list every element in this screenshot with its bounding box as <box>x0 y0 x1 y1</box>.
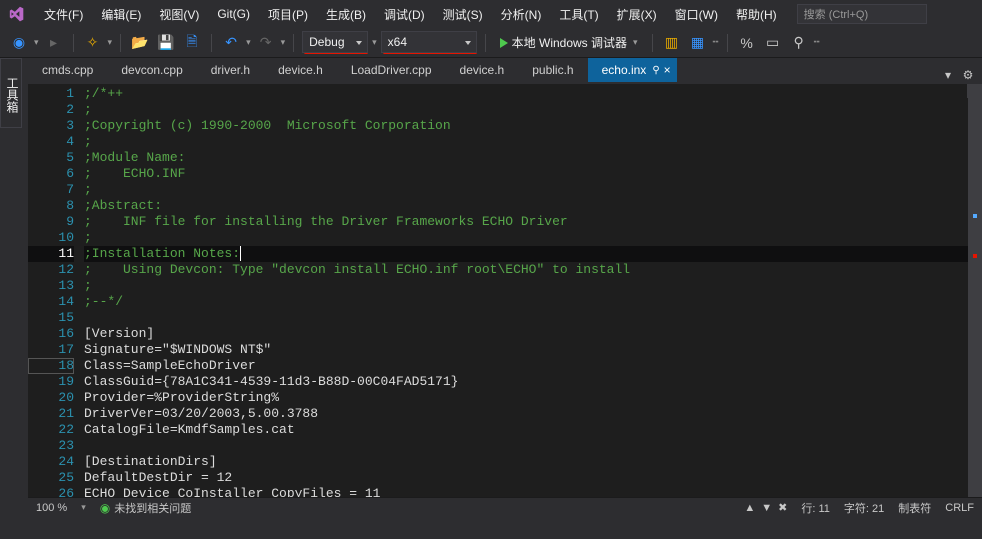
tb-icon-1[interactable]: ▥ <box>661 32 683 54</box>
tab-label: echo.inx <box>602 63 647 77</box>
tb-icon-5[interactable]: ⚲ <box>788 32 810 54</box>
menu-view[interactable]: 视图(V) <box>151 2 207 27</box>
nav-down-icon[interactable]: ▼ <box>761 502 772 514</box>
issues-status[interactable]: ◉ 未找到相关问题 <box>100 500 191 516</box>
pin-icon[interactable]: ⚲ <box>652 65 659 76</box>
menu-extensions[interactable]: 扩展(X) <box>609 2 665 27</box>
config-dropdown[interactable]: Debug <box>302 31 368 53</box>
scrollbar[interactable] <box>968 84 982 517</box>
menu-build[interactable]: 生成(B) <box>318 2 374 27</box>
tab-public-h[interactable]: public.h <box>518 58 587 82</box>
redo-icon[interactable]: ↷ <box>255 32 277 54</box>
sep <box>73 34 74 52</box>
tab-loaddriver[interactable]: LoadDriver.cpp <box>337 58 446 82</box>
eol-info[interactable]: CRLF <box>945 502 974 514</box>
sep <box>485 34 486 52</box>
tab-echo-inx[interactable]: echo.inx ⚲ × <box>588 58 677 82</box>
save-icon[interactable]: 💾 <box>155 32 177 54</box>
nav-x-icon[interactable]: ✖ <box>778 501 787 514</box>
zoom-level[interactable]: 100 % <box>36 502 67 514</box>
document-tabs: cmds.cpp devcon.cpp driver.h device.h Lo… <box>0 58 982 82</box>
ok-icon: ◉ <box>100 501 110 515</box>
tab-device-h-2[interactable]: device.h <box>446 58 519 82</box>
undo-drop[interactable]: ▾ <box>246 37 251 48</box>
tab-overflow-icon[interactable]: ▾ <box>940 68 956 82</box>
search-box[interactable]: 搜索 (Ctrl+Q) <box>797 4 927 24</box>
redo-drop[interactable]: ▾ <box>281 37 286 48</box>
editor-info-bar: 100 % ▾ ◉ 未找到相关问题 ▲ ▼ ✖ 行: 11 字符: 21 制表符… <box>28 497 982 517</box>
menu-project[interactable]: 项目(P) <box>260 2 316 27</box>
debugger-label: 本地 Windows 调试器 <box>512 34 627 51</box>
tb-icon-2[interactable]: ▦ <box>687 32 709 54</box>
tab-cmds[interactable]: cmds.cpp <box>28 58 107 82</box>
menu-help[interactable]: 帮助(H) <box>728 2 785 27</box>
line-gutter: 1234567891011121314151617181920212223242… <box>28 84 84 517</box>
nav-back-drop[interactable]: ▾ <box>34 37 39 48</box>
new-item-drop[interactable]: ▾ <box>108 37 113 48</box>
menu-tools[interactable]: 工具(T) <box>551 2 606 27</box>
issues-text: 未找到相关问题 <box>114 500 191 516</box>
sep <box>120 34 121 52</box>
sep <box>727 34 728 52</box>
platform-dropdown[interactable]: x64 <box>381 31 477 53</box>
undo-icon[interactable]: ↶ <box>220 32 242 54</box>
tab-tools: ▾ ⚙ <box>940 68 982 82</box>
debugger-drop[interactable]: ▾ <box>633 37 638 48</box>
nav-back-icon[interactable]: ◉ <box>8 32 30 54</box>
scroll-marker <box>973 254 977 258</box>
tb-icon-3[interactable]: % <box>736 32 758 54</box>
menu-file[interactable]: 文件(F) <box>36 2 91 27</box>
sep <box>293 34 294 52</box>
line-info[interactable]: 行: 11 <box>801 500 830 516</box>
vs-logo-icon <box>6 4 26 24</box>
editor: + 12345678910111213141516171819202122232… <box>28 84 982 517</box>
zoom-drop[interactable]: ▾ <box>81 502 86 513</box>
sep <box>652 34 653 52</box>
nav-icons: ▲ ▼ ✖ <box>744 501 787 514</box>
indent-info[interactable]: 制表符 <box>898 500 931 516</box>
scroll-marker <box>973 214 977 218</box>
menu-window[interactable]: 窗口(W) <box>667 2 726 27</box>
menu-bar: 文件(F) 编辑(E) 视图(V) Git(G) 项目(P) 生成(B) 调试(… <box>0 0 982 28</box>
tb-icon-4[interactable]: ▭ <box>762 32 784 54</box>
tab-settings-icon[interactable]: ⚙ <box>960 68 976 82</box>
play-icon <box>500 38 508 48</box>
open-icon[interactable]: 📂 <box>129 32 151 54</box>
start-debug-button[interactable]: 本地 Windows 调试器 ▾ <box>494 32 644 54</box>
tab-devcon[interactable]: devcon.cpp <box>107 58 196 82</box>
nav-up-icon[interactable]: ▲ <box>744 502 755 514</box>
toolbar: ◉ ▾ ▸ ✧ ▾ 📂 💾 🗎 ↶ ▾ ↷ ▾ Debug ▾ x64 本地 W… <box>0 28 982 58</box>
save-all-icon[interactable]: 🗎 <box>181 32 203 54</box>
nav-fwd-icon[interactable]: ▸ <box>43 32 65 54</box>
menu-edit[interactable]: 编辑(E) <box>93 2 149 27</box>
sep <box>211 34 212 52</box>
col-info[interactable]: 字符: 21 <box>844 500 884 516</box>
new-item-icon[interactable]: ✧ <box>82 32 104 54</box>
tab-driver-h[interactable]: driver.h <box>197 58 264 82</box>
menu-test[interactable]: 测试(S) <box>435 2 491 27</box>
config-drop-extra[interactable]: ▾ <box>372 37 377 48</box>
menu-git[interactable]: Git(G) <box>209 3 258 25</box>
close-icon[interactable]: × <box>664 63 671 77</box>
menu-analyze[interactable]: 分析(N) <box>493 2 550 27</box>
code-area[interactable]: ;/*++;;Copyright (c) 1990-2000 Microsoft… <box>84 84 968 517</box>
toolbox-panel-tab[interactable]: 工具箱 <box>0 58 22 128</box>
menu-debug[interactable]: 调试(D) <box>376 2 433 27</box>
tab-device-h[interactable]: device.h <box>264 58 337 82</box>
